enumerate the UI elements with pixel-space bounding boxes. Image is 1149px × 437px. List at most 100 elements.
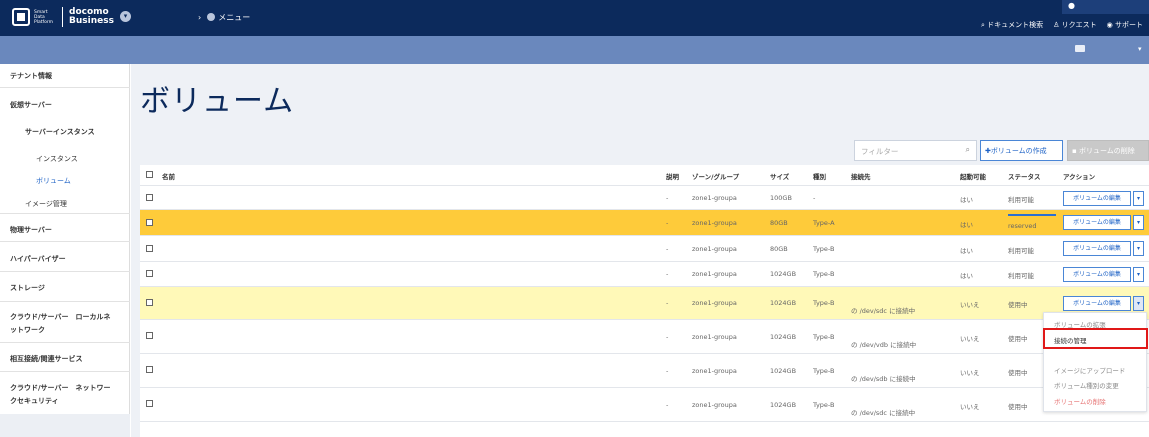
sidebar-item-local-network-2[interactable]: ットワーク	[0, 325, 130, 335]
sidebar-item-interconnect[interactable]: 相互接続/関連サービス	[0, 354, 130, 364]
row-checkbox[interactable]	[146, 219, 153, 226]
sidebar-item-volume[interactable]: ボリューム	[0, 176, 130, 186]
cell-boot: いいえ	[960, 301, 980, 309]
caret-down-icon: ▾	[1136, 271, 1140, 278]
sidebar-footer	[0, 414, 130, 437]
select-all-checkbox[interactable]	[146, 171, 153, 178]
table-row[interactable]: - zone1-groupa 1024GB Type-B の /dev/sdb …	[140, 354, 1149, 388]
main-content: ボリューム フィルター ⌕ ✚ボリュームの作成 ▪ ボリュームの削除 名前 説明…	[131, 64, 1149, 437]
col-size[interactable]: サイズ	[770, 171, 789, 181]
cell-status: reserved	[1008, 222, 1037, 230]
table-row[interactable]: - zone1-groupa 1024GB Type-B の /dev/sdc …	[140, 388, 1149, 422]
cell-size: 1024GB	[770, 270, 797, 278]
sidebar-item-storage[interactable]: ストレージ	[0, 283, 130, 293]
col-name[interactable]: 名前	[162, 171, 175, 181]
edit-volume-button[interactable]: ボリュームの編集	[1063, 215, 1131, 230]
row-checkbox[interactable]	[146, 194, 153, 201]
filter-input[interactable]: フィルター ⌕	[854, 140, 977, 161]
delete-volume-label: ボリュームの削除	[1078, 147, 1135, 155]
volume-table: 名前 説明 ゾーン/グループ サイズ 種別 接続先 起動可能 ステータス アクシ…	[140, 165, 1149, 437]
cell-boot: はい	[960, 196, 973, 204]
sidebar-item-tenant[interactable]: テナント情報	[0, 71, 130, 81]
menu-item-delete[interactable]: ボリュームの削除	[1054, 396, 1106, 406]
cell-desc: -	[666, 299, 669, 307]
table-row[interactable]: - zone1-groupa 100GB - はい 利用可能 ボリュームの編集 …	[140, 186, 1149, 210]
col-conn[interactable]: 接続先	[851, 171, 871, 181]
cell-desc: -	[666, 194, 669, 202]
sidebar-item-physical-server[interactable]: 物理サーバー	[0, 225, 130, 235]
caret-down-icon: ▾	[1136, 195, 1140, 202]
sidebar-divider	[0, 241, 130, 242]
col-status[interactable]: ステータス	[1008, 171, 1041, 181]
caret-down-icon: ▾	[1136, 300, 1140, 307]
user-menu[interactable]: ●	[1062, 0, 1149, 14]
menu-item-change-type[interactable]: ボリューム種別の変更	[1054, 380, 1119, 390]
row-checkbox[interactable]	[146, 299, 153, 306]
cell-type: Type-A	[813, 219, 835, 227]
cell-type: Type-B	[813, 245, 835, 253]
cell-status: 利用可能	[1008, 247, 1034, 255]
search-icon: ⌕	[965, 145, 970, 154]
doc-search-label: ドキュメント検索	[987, 21, 1044, 29]
table-row[interactable]: - zone1-groupa 80GB Type-B はい 利用可能 ボリューム…	[140, 236, 1149, 262]
action-dropdown-button[interactable]: ▾	[1133, 296, 1144, 311]
cell-conn: の /dev/sdc に接続中	[851, 307, 916, 315]
sidebar-divider	[0, 342, 130, 343]
sidebar-item-virtual-server[interactable]: 仮想サーバー	[0, 100, 130, 110]
chevron-down-icon[interactable]: ▾	[1138, 45, 1142, 53]
sidebar-item-hypervisor[interactable]: ハイパーバイザー	[0, 254, 130, 264]
action-dropdown-button[interactable]: ▾	[1133, 215, 1144, 230]
sidebar-divider	[0, 87, 130, 88]
cell-zone: zone1-groupa	[692, 194, 737, 202]
sidebar-item-server-instance[interactable]: サーバーインスタンス	[0, 127, 130, 137]
col-type[interactable]: 種別	[813, 171, 826, 181]
menu-label: メニュー	[218, 13, 251, 22]
edit-volume-button[interactable]: ボリュームの編集	[1063, 191, 1131, 206]
action-dropdown-button[interactable]: ▾	[1133, 191, 1144, 206]
row-checkbox[interactable]	[146, 245, 153, 252]
table-row[interactable]: - zone1-groupa 1024GB Type-B の /dev/vdb …	[140, 320, 1149, 354]
action-dropdown-button[interactable]: ▾	[1133, 267, 1144, 282]
col-zone[interactable]: ゾーン/グループ	[692, 171, 739, 181]
col-boot[interactable]: 起動可能	[960, 171, 986, 181]
edit-volume-button[interactable]: ボリュームの編集	[1063, 296, 1131, 311]
edit-volume-button[interactable]: ボリュームの編集	[1063, 267, 1131, 282]
table-row[interactable]: - zone1-groupa 1024GB Type-B はい 利用可能 ボリュ…	[140, 262, 1149, 287]
row-checkbox[interactable]	[146, 400, 153, 407]
table-header: 名前 説明 ゾーン/グループ サイズ 種別 接続先 起動可能 ステータス アクシ…	[140, 165, 1149, 186]
edit-volume-button[interactable]: ボリュームの編集	[1063, 241, 1131, 256]
request-link[interactable]: ♙ リクエスト	[1053, 20, 1097, 30]
cell-boot: いいえ	[960, 369, 980, 377]
sidebar-item-image[interactable]: イメージ管理	[0, 199, 130, 209]
row-checkbox[interactable]	[146, 366, 153, 373]
cell-size: 1024GB	[770, 367, 797, 375]
sidebar-divider	[0, 213, 130, 214]
menu-button[interactable]: › メニュー	[198, 12, 250, 23]
chevron-down-icon[interactable]: ▾	[120, 11, 131, 22]
window-icon[interactable]	[1075, 45, 1085, 52]
cell-size: 1024GB	[770, 401, 797, 409]
user-icon: ●	[1068, 1, 1075, 10]
cell-size: 100GB	[770, 194, 792, 202]
table-row[interactable]: - zone1-groupa 80GB Type-A はい reserved ボ…	[140, 210, 1149, 236]
action-dropdown-button[interactable]: ▾	[1133, 241, 1144, 256]
sidebar-item-network-security[interactable]: クラウド/サーバー ネットワー	[0, 383, 130, 393]
sidebar-item-instance[interactable]: インスタンス	[0, 154, 130, 164]
delete-volume-button[interactable]: ▪ ボリュームの削除	[1067, 140, 1149, 161]
row-checkbox[interactable]	[146, 270, 153, 277]
action-dropdown-menu: ボリュームの拡張 接続の管理 イメージにアップロード ボリューム種別の変更 ボリ…	[1043, 312, 1147, 412]
table-row[interactable]: - zone1-groupa 1024GB Type-B の /dev/sdc …	[140, 287, 1149, 320]
sidebar-item-network-security-2[interactable]: クセキュリティ	[0, 396, 130, 406]
create-volume-button[interactable]: ✚ボリュームの作成	[980, 140, 1063, 161]
col-desc[interactable]: 説明	[666, 171, 679, 181]
logo[interactable]: Smart Data Platform docomo Business	[12, 7, 114, 27]
cell-type: Type-B	[813, 299, 835, 307]
row-checkbox[interactable]	[146, 332, 153, 339]
doc-search-link[interactable]: ⌕ ドキュメント検索	[981, 20, 1043, 30]
logo-brand-2: Business	[69, 16, 114, 26]
cell-zone: zone1-groupa	[692, 270, 737, 278]
header-links: ⌕ ドキュメント検索 ♙ リクエスト ◉ サポート	[981, 20, 1143, 30]
support-link[interactable]: ◉ サポート	[1107, 20, 1143, 30]
sidebar-item-local-network[interactable]: クラウド/サーバー ローカルネ	[0, 312, 130, 322]
menu-item-upload-image[interactable]: イメージにアップロード	[1054, 365, 1125, 375]
